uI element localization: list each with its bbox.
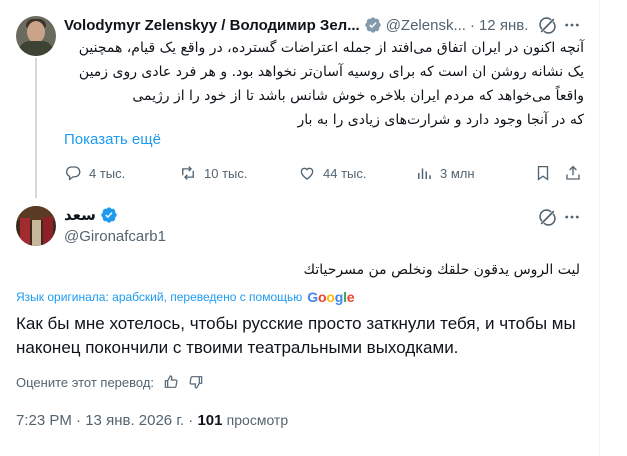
rate-translation-row: Оцените этот перевод: — [16, 374, 204, 390]
verified-badge-icon — [100, 206, 118, 224]
heart-icon — [300, 167, 314, 180]
author-handle[interactable]: @Zelensk... — [386, 17, 466, 34]
reply-icon — [65, 166, 81, 181]
avatar-zelenskyy[interactable] — [16, 16, 56, 56]
more-dots-icon[interactable] — [561, 206, 583, 228]
original-arabic-text: ليت الروس يدقون حلقك ونخلص من مسرحياتك — [303, 262, 580, 278]
thumb-down-icon[interactable] — [188, 374, 204, 390]
views-button[interactable]: 3 млн — [415, 161, 475, 185]
tweet-text-line: آنچه اکنون در ایران اتفاق می‌افتد از جمل… — [78, 40, 584, 56]
grok-icon[interactable] — [536, 206, 558, 228]
views-count: 101 — [197, 412, 223, 429]
bookmark-button[interactable] — [534, 164, 552, 187]
reply-button[interactable]: 4 тыс. — [64, 161, 125, 185]
header-separator: · — [469, 16, 475, 34]
share-icon — [566, 165, 580, 180]
author-handle[interactable]: @Gironafcarb1 — [64, 228, 166, 245]
tweet-date[interactable]: 13 янв. 2026 г. — [85, 412, 184, 429]
meta-separator: · — [76, 412, 82, 429]
grok-icon[interactable] — [536, 14, 558, 36]
main-grok-button[interactable] — [536, 206, 558, 228]
bookmark-icon — [537, 165, 549, 181]
parent-action-bar: 4 тыс. 10 тыс. 44 тыс. 3 млн — [64, 161, 590, 185]
tweet-text-line: یک نشانه روشن ان است که برای روسیه آسان‌… — [78, 64, 584, 80]
share-button[interactable] — [564, 164, 582, 187]
parent-tweet[interactable]: Volodymyr Zelenskyy / Володимир Зел... @… — [0, 0, 600, 198]
like-button[interactable]: 44 тыс. — [298, 161, 366, 185]
translation-attribution[interactable]: Язык оригинала: арабский, переведено с п… — [16, 289, 355, 305]
tweet-time[interactable]: 7:23 PM — [16, 412, 72, 429]
avatar-saad[interactable] — [16, 206, 56, 246]
reply-count: 4 тыс. — [89, 165, 126, 181]
meta-separator: · — [188, 412, 194, 429]
verified-badge-icon — [364, 16, 382, 34]
thread-connector-line — [35, 58, 37, 198]
parent-more-button[interactable] — [561, 14, 583, 36]
main-author-row: سعد — [64, 206, 122, 224]
tweet-date[interactable]: 12 янв. — [479, 17, 528, 34]
parent-grok-button[interactable] — [536, 14, 558, 36]
repost-button[interactable]: 10 тыс. — [179, 161, 247, 185]
google-logo: Google — [307, 289, 355, 305]
parent-tweet-header: Volodymyr Zelenskyy / Володимир Зел... @… — [64, 14, 528, 36]
tweet-meta: 7:23 PM · 13 янв. 2026 г. · 101 просмотр — [16, 412, 288, 429]
repost-count: 10 тыс. — [204, 165, 248, 181]
show-more-link[interactable]: Показать ещё — [64, 131, 161, 148]
tweet-text-line: که در آنجا وجود دارد و شرارت‌های زیادی ر… — [297, 112, 584, 128]
repost-icon — [182, 166, 194, 180]
author-name[interactable]: سعد — [64, 206, 96, 224]
tweet-text-line: واقعاً می‌خواهد که مردم ایران بلاخره خوش… — [132, 88, 584, 104]
views-label: просмотр — [226, 412, 289, 428]
main-more-button[interactable] — [561, 206, 583, 228]
more-dots-icon[interactable] — [561, 14, 583, 36]
parent-tweet-text: آنچه اکنون در ایران اتفاق می‌افتد از جمل… — [64, 36, 584, 132]
views-count: 3 млн — [440, 165, 475, 181]
translation-attribution-label: Язык оригинала: арабский, переведено с п… — [16, 290, 303, 304]
translated-tweet-text: Как бы мне хотелось, чтобы русские прост… — [16, 314, 576, 357]
rate-translation-label: Оцените этот перевод: — [16, 374, 155, 390]
like-count: 44 тыс. — [323, 165, 367, 181]
conversation-page: Volodymyr Zelenskyy / Володимир Зел... @… — [0, 0, 600, 456]
author-name[interactable]: Volodymyr Zelenskyy / Володимир Зел... — [64, 17, 360, 34]
thumb-up-icon[interactable] — [163, 374, 179, 390]
analytics-icon — [418, 168, 431, 179]
